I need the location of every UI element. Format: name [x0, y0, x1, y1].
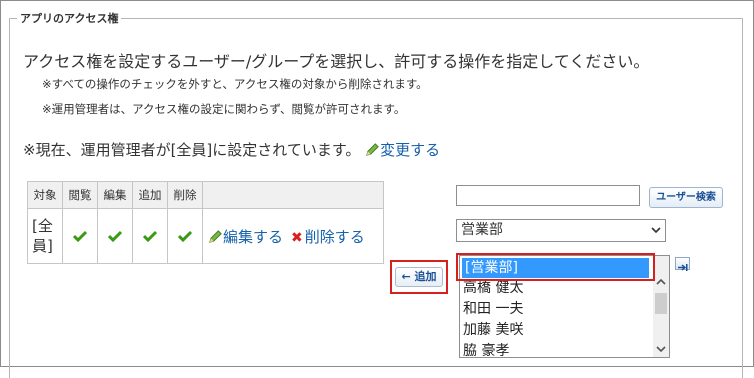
check-icon [143, 230, 157, 242]
perm-delete-cell [167, 208, 203, 264]
header-view: 閲覧 [62, 181, 98, 209]
user-search-button[interactable]: ユーザー検索 [649, 187, 723, 208]
check-icon [73, 230, 87, 242]
add-button-highlight: ← 追加 [390, 260, 448, 294]
row-target-cell: [全員] [27, 208, 63, 264]
current-admin-text: ※現在、運用管理者が[全員]に設定されています。 [23, 141, 361, 159]
list-item[interactable]: 和田 一夫 [460, 299, 669, 320]
delete-x-icon: ✖ [291, 229, 303, 246]
delete-row-link[interactable]: 削除する [305, 228, 365, 246]
change-admin-label[interactable]: 変更する [380, 141, 440, 159]
header-add: 追加 [132, 181, 168, 209]
row-target: [全員] [32, 217, 53, 255]
list-item[interactable]: [営業部] [462, 258, 649, 278]
perm-add-cell [132, 208, 168, 264]
scrollbar-thumb[interactable] [655, 293, 667, 314]
pencil-icon [366, 143, 379, 156]
add-button[interactable]: ← 追加 [395, 267, 443, 287]
edit-row-link[interactable]: 編集する [208, 228, 283, 246]
arrow-right-icon [678, 264, 688, 271]
permission-table: 対象 閲覧 編集 追加 削除 [全員] 編集する ✖ 削除する [27, 181, 384, 264]
change-admin-link[interactable]: 変更する [365, 141, 440, 159]
user-listbox[interactable]: [営業部] 高橋 健太 和田 一夫 加藤 美咲 脇 豪孝 [459, 255, 670, 358]
check-icon [178, 230, 192, 242]
list-item[interactable]: 脇 豪孝 [460, 341, 669, 357]
list-item[interactable]: 高橋 健太 [460, 278, 669, 299]
edit-row-label[interactable]: 編集する [223, 228, 283, 246]
header-delete: 削除 [167, 181, 203, 209]
user-search-input[interactable] [456, 185, 640, 206]
row-operations: 編集する ✖ 削除する [208, 228, 365, 246]
row-operations-cell: 編集する ✖ 削除する [202, 208, 384, 264]
chevron-up-icon[interactable] [653, 274, 669, 290]
chevron-down-icon [651, 227, 661, 234]
note-uncheck: ※すべての操作のチェックを外すと、アクセス権の対象から削除されます。 [42, 77, 428, 91]
group-select[interactable]: 営業部 [456, 219, 666, 242]
instruction-text: アクセス権を設定するユーザー/グループを選択し、許可する操作を指定してください。 [23, 52, 650, 71]
header-edit: 編集 [97, 181, 133, 209]
group-select-value: 営業部 [461, 222, 503, 238]
app-permission-panel: アプリのアクセス権 アクセス権を設定するユーザー/グループを選択し、許可する操作… [0, 0, 754, 378]
perm-view-cell [62, 208, 98, 264]
note-admin: ※運用管理者は、アクセス権の設定に関わらず、閲覧が許可されます。 [42, 102, 406, 116]
list-item[interactable]: 加藤 美咲 [460, 320, 669, 341]
listbox-scrollbar[interactable] [653, 256, 669, 357]
perm-edit-cell [97, 208, 133, 264]
header-target: 対象 [27, 181, 63, 209]
header-operations [202, 181, 384, 209]
current-admin-line: ※現在、運用管理者が[全員]に設定されています。 変更する [23, 139, 440, 160]
table-header-row: 対象 閲覧 編集 追加 削除 [27, 181, 384, 209]
table-row: [全員] 編集する ✖ 削除する [27, 208, 384, 264]
pencil-icon [209, 229, 222, 243]
check-icon [108, 230, 122, 242]
section-legend: アプリのアクセス権 [17, 10, 122, 26]
chevron-down-icon[interactable] [653, 341, 669, 357]
list-expand-button[interactable] [675, 257, 690, 271]
